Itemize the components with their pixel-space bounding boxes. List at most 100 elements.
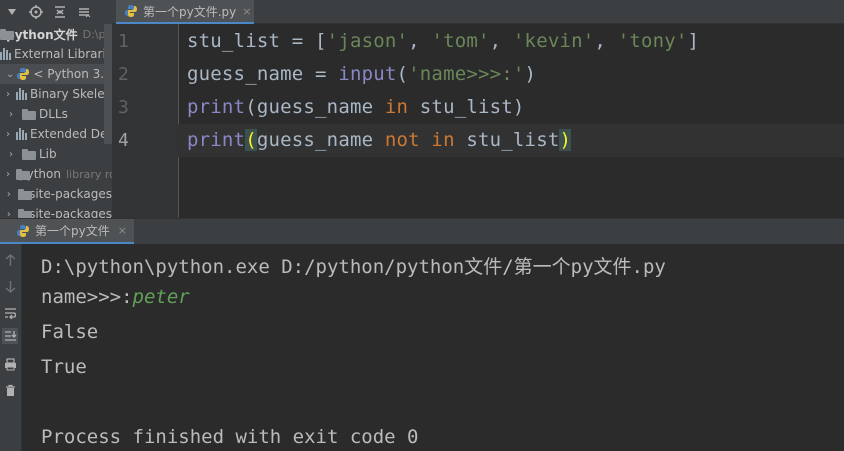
tree-item-label: Extended Definitions — [30, 127, 112, 141]
run-console[interactable]: D:\python\python.exe D:/python/python文件/… — [22, 244, 844, 451]
console-exit-message: Process finished with exit code 0 — [41, 426, 419, 448]
tree-item-label: python文件 — [6, 27, 78, 42]
code-token: in — [384, 96, 409, 118]
line-number-gutter: 1 2 3 4 — [112, 24, 178, 218]
line-number: 1 — [118, 31, 129, 52]
chevron-right-icon[interactable]: › — [6, 169, 10, 180]
chevron-right-icon[interactable]: › — [6, 209, 12, 219]
code-token: (guess_name — [245, 96, 385, 118]
tree-item-label: < Python 3.6 > — [33, 67, 112, 81]
tree-item-note: library root — [65, 167, 112, 181]
console-user-input: peter — [132, 286, 190, 308]
close-icon[interactable]: × — [118, 224, 127, 237]
chevron-down-icon[interactable]: ⌄ — [6, 69, 14, 80]
tree-item-dlls[interactable]: › DLLs — [0, 104, 112, 124]
code-token: 'tom' — [431, 30, 490, 52]
settings-icon[interactable] — [74, 2, 94, 22]
project-tree: python文件 D:\py External Libraries ⌄ < Py… — [0, 24, 112, 218]
code-line-2[interactable]: guess_name = input('name>>>:') — [187, 63, 536, 85]
code-line-4[interactable]: print(guess_name not in stu_list) — [187, 129, 572, 151]
tree-item-python-sdk[interactable]: ⌄ < Python 3.6 > — [0, 64, 112, 84]
collapse-all-icon[interactable] — [50, 2, 70, 22]
folder-icon — [17, 188, 33, 200]
console-output-line: True — [41, 356, 87, 378]
code-token: ( — [245, 129, 257, 151]
console-prompt-line: name>>>:peter — [41, 286, 190, 308]
sidebar-arrow-icon[interactable] — [2, 2, 22, 22]
tree-item-label: Lib — [39, 147, 57, 161]
code-token: 'tony' — [617, 30, 688, 52]
project-scrollbar[interactable] — [104, 24, 112, 144]
line-number: 3 — [118, 97, 129, 118]
arrow-up-icon[interactable] — [2, 252, 18, 268]
code-token: input — [338, 63, 397, 85]
print-icon[interactable] — [2, 356, 18, 372]
soft-wrap-icon[interactable] — [2, 304, 18, 320]
line-number: 4 — [118, 130, 129, 151]
code-token: , — [489, 30, 513, 52]
editor-tab-label: 第一个py文件.py — [143, 4, 237, 19]
code-token: guess_name — [256, 129, 385, 151]
console-output-line: False — [41, 321, 99, 343]
code-token: ( — [396, 63, 409, 85]
editor-tab[interactable]: 第一个py文件.py × — [116, 0, 254, 24]
tree-item-extended-definitions[interactable]: › Extended Definitions — [0, 124, 112, 144]
close-icon[interactable]: × — [242, 5, 251, 18]
code-editor[interactable] — [178, 24, 844, 218]
code-line-1[interactable]: stu_list = ['jason', 'tom', 'kevin', 'to… — [187, 30, 699, 52]
code-token: guess_name = — [187, 63, 339, 85]
tree-item-project-root[interactable]: python文件 D:\py — [0, 24, 112, 44]
target-icon[interactable] — [26, 2, 46, 22]
tree-item-site-packages[interactable]: › site-packages — [0, 204, 112, 218]
code-token: stu_list — [454, 129, 560, 151]
code-token: 'name>>>:' — [408, 63, 525, 85]
library-icon — [16, 128, 27, 140]
code-token: stu_list) — [408, 96, 525, 118]
code-token: , — [408, 30, 432, 52]
tree-item-python[interactable]: › python library root — [0, 164, 112, 184]
tree-item-label: DLLs — [39, 107, 68, 121]
code-token: 'kevin' — [512, 30, 595, 52]
tree-item-site-packages[interactable]: › site-packages — [0, 184, 112, 204]
python-file-icon — [16, 224, 30, 238]
chevron-right-icon[interactable]: › — [6, 189, 12, 200]
folder-icon — [22, 148, 36, 160]
tree-item-binary-skeletons[interactable]: › Binary Skeletons — [0, 84, 112, 104]
library-icon — [16, 88, 27, 100]
project-toolbar — [0, 0, 112, 24]
code-token: ] — [687, 30, 700, 52]
scroll-to-end-icon[interactable] — [2, 328, 18, 344]
run-panel-header: 第一个py文件 × — [0, 218, 844, 244]
tree-item-label: Binary Skeletons — [30, 87, 112, 101]
code-token: stu_list = [ — [187, 30, 327, 52]
python-icon — [16, 67, 30, 81]
tree-item-label: External Libraries — [14, 47, 112, 61]
chevron-right-icon[interactable]: › — [6, 149, 16, 160]
library-icon — [0, 48, 11, 60]
code-token: 'jason' — [326, 30, 409, 52]
code-token: not in — [384, 129, 455, 151]
chevron-right-icon[interactable]: › — [6, 129, 10, 140]
code-token: ) — [524, 63, 537, 85]
code-token: print — [187, 96, 246, 118]
folder-icon — [17, 208, 33, 218]
code-token: , — [594, 30, 618, 52]
arrow-down-icon[interactable] — [2, 278, 18, 294]
tree-item-label: site-packages — [29, 207, 112, 218]
tree-item-external-libraries[interactable]: External Libraries — [0, 44, 112, 64]
chevron-right-icon[interactable]: › — [6, 89, 10, 100]
line-number: 2 — [118, 64, 129, 85]
code-line-3[interactable]: print(guess_name in stu_list) — [187, 96, 525, 118]
folder-icon — [0, 28, 15, 40]
console-command-line: D:\python\python.exe D:/python/python文件/… — [41, 256, 666, 278]
folder-icon — [22, 108, 36, 120]
run-tab-label: 第一个py文件 — [35, 224, 110, 238]
run-toolbar — [0, 244, 22, 451]
tree-item-lib[interactable]: › Lib — [0, 144, 112, 164]
python-file-icon — [124, 4, 138, 18]
chevron-right-icon[interactable]: › — [6, 109, 16, 120]
trash-icon[interactable] — [2, 382, 18, 398]
run-tab[interactable]: 第一个py文件 × — [0, 219, 134, 244]
editor-tab-bar: 第一个py文件.py × — [112, 0, 844, 24]
console-prompt: name>>>: — [41, 286, 133, 308]
